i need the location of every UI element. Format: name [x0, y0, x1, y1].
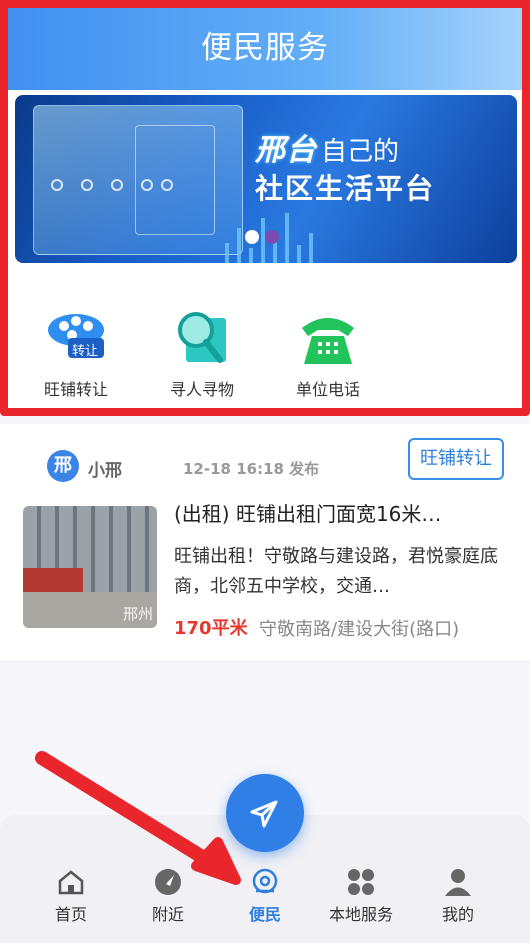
phone-icon — [298, 308, 358, 368]
user-icon — [443, 867, 473, 897]
indicator-dot[interactable] — [265, 230, 279, 244]
promo-banner[interactable]: 邢台 自己的 社区生活平台 — [15, 95, 517, 263]
service-section: 便民服务 邢台 自己的 社区生活平台 转让 旺铺转让 寻人寻物 单位电话 — [0, 0, 530, 416]
post-thumbnail[interactable]: 邢州 — [23, 506, 157, 628]
post-card[interactable]: 邢 小邢 12-18 16:18 发布 旺铺转让 邢州 (出租) 旺铺出租门面宽… — [0, 424, 530, 662]
send-icon — [250, 800, 278, 828]
author-name: 小邢 — [88, 461, 122, 481]
entry-lost-found[interactable]: 寻人寻物 — [142, 308, 262, 400]
entry-label: 旺铺转让 — [43, 380, 108, 399]
tab-nearby[interactable]: 附近 — [128, 867, 208, 925]
thumb-watermark: 邢州 — [122, 605, 153, 623]
entry-unit-phone[interactable]: 单位电话 — [268, 308, 388, 400]
banner-slogan-2: 社区生活平台 — [255, 172, 436, 205]
banner-slogan-1: 自己的 — [321, 136, 400, 166]
search-magnifier-icon — [172, 308, 232, 368]
compass-icon — [153, 867, 183, 897]
shop-transfer-icon: 转让 — [46, 308, 106, 368]
tab-home[interactable]: 首页 — [31, 867, 111, 925]
entry-label: 寻人寻物 — [169, 380, 234, 399]
banner-brand: 邢台 — [255, 134, 317, 167]
tab-service[interactable]: 便民 — [225, 867, 305, 925]
tab-mine[interactable]: 我的 — [418, 867, 498, 925]
post-description: 旺铺出租！守敬路与建设路，君悦豪庭底商，北邻五中学校，交通… — [174, 546, 498, 597]
page-title: 便民服务 — [201, 30, 329, 66]
header-bar: 便民服务 — [0, 0, 530, 90]
post-time: 12-18 16:18 发布 — [183, 460, 320, 478]
publish-fab-button[interactable] — [226, 774, 304, 852]
entry-label: 单位电话 — [295, 380, 360, 399]
quick-entries: 转让 旺铺转让 寻人寻物 单位电话 — [0, 300, 530, 400]
banner-indicators — [245, 229, 285, 248]
entry-badge: 转让 — [72, 344, 99, 359]
tab-local-services[interactable]: 本地服务 — [320, 867, 402, 925]
post-area: 170平米 — [174, 618, 248, 639]
indicator-dot[interactable] — [245, 230, 259, 244]
home-icon — [56, 867, 86, 897]
post-title: (出租) 旺铺出租门面宽16米… — [174, 502, 442, 526]
service-icon — [250, 867, 280, 897]
grid-icon — [346, 867, 376, 897]
avatar[interactable]: 邢 — [47, 450, 79, 482]
entry-shop-transfer[interactable]: 转让 旺铺转让 — [16, 308, 136, 400]
post-address: 守敬南路/建设大街(路口) — [259, 619, 460, 640]
category-tag-button[interactable]: 旺铺转让 — [408, 438, 504, 480]
